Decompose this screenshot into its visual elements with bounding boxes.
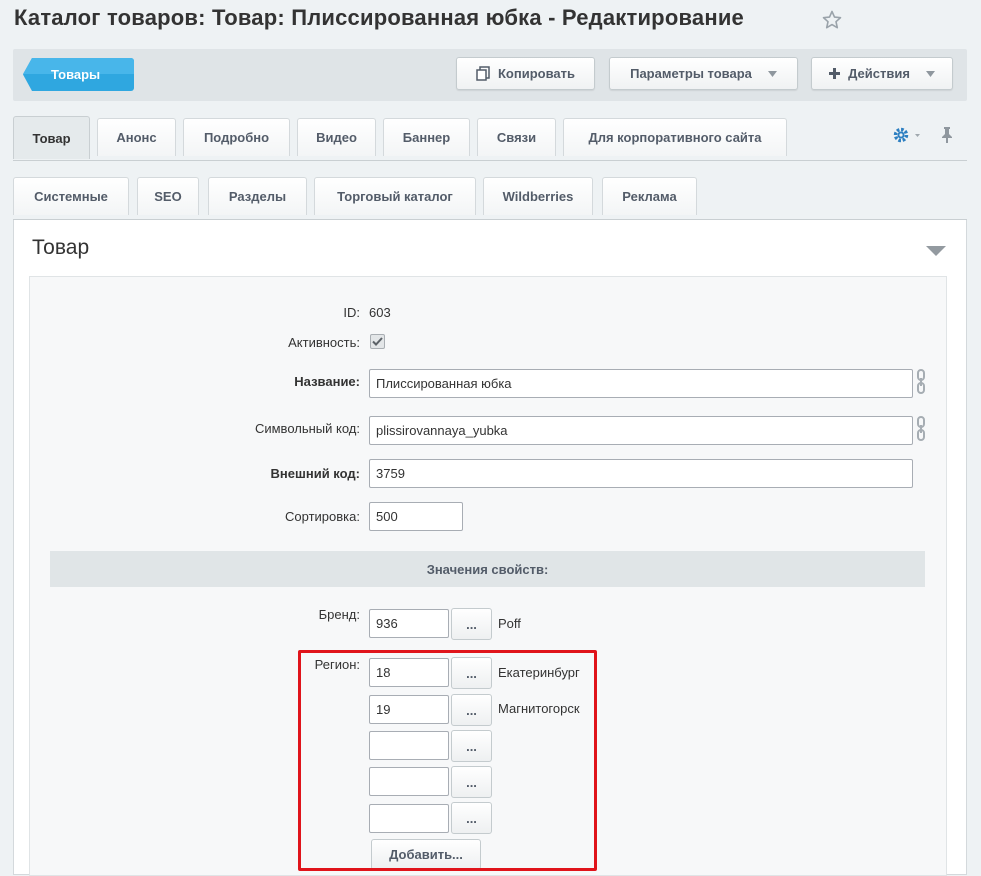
tab-trade-catalog[interactable]: Торговый каталог: [314, 177, 476, 215]
tabs-row-extra: Системные SEO Разделы Торговый каталог W…: [13, 175, 967, 220]
translit-link-icon[interactable]: [915, 416, 927, 445]
code-field[interactable]: plissirovannaya_yubka: [369, 416, 913, 445]
region-select-button[interactable]: ...: [451, 730, 492, 762]
code-label: Символьный код:: [254, 421, 360, 436]
region-field[interactable]: [369, 804, 449, 833]
tab-seo[interactable]: SEO: [137, 177, 199, 215]
product-params-button[interactable]: Параметры товара: [609, 57, 798, 90]
id-label: ID:: [343, 305, 360, 320]
properties-header: Значения свойств:: [50, 551, 925, 587]
tab-detail[interactable]: Подробно: [183, 118, 290, 156]
add-region-button[interactable]: Добавить...: [371, 839, 481, 870]
id-value: 603: [369, 305, 391, 320]
sort-field[interactable]: 500: [369, 502, 463, 531]
section-title: Товар: [32, 236, 90, 259]
external-code-label: Внешний код:: [270, 466, 360, 481]
tab-banner[interactable]: Баннер: [383, 118, 470, 156]
brand-label: Бренд:: [318, 607, 360, 622]
brand-name: Poff: [498, 616, 521, 631]
name-label: Название:: [294, 374, 360, 389]
region-select-button[interactable]: ...: [451, 766, 492, 798]
tab-sections[interactable]: Разделы: [208, 177, 307, 215]
page-title: Каталог товаров: Товар: Плиссированная ю…: [14, 5, 744, 30]
form-area: ID: 603 Активность: Название: Плиссирова…: [29, 276, 947, 876]
copy-button[interactable]: Копировать: [456, 57, 595, 90]
pin-icon[interactable]: [940, 126, 954, 147]
copy-icon: [476, 66, 490, 81]
tab-advertising[interactable]: Реклама: [602, 177, 697, 215]
main-panel: Товар ID: 603 Активность: Название: Плис…: [13, 220, 967, 876]
tab-links[interactable]: Связи: [477, 118, 556, 156]
brand-field[interactable]: 936: [369, 609, 449, 638]
region-field[interactable]: 19: [369, 695, 449, 724]
brand-select-button[interactable]: ...: [451, 608, 492, 640]
region-select-button[interactable]: ...: [451, 657, 492, 689]
tab-video[interactable]: Видео: [297, 118, 376, 156]
copy-button-label: Копировать: [497, 66, 575, 81]
actions-label: Действия: [848, 66, 910, 81]
back-button-label: Товары: [51, 67, 101, 82]
chevron-down-icon: [767, 70, 777, 77]
tab-wildberries[interactable]: Wildberries: [483, 177, 593, 215]
active-label: Активность:: [288, 335, 360, 350]
sort-label: Сортировка:: [285, 509, 360, 524]
toolbar: Товары Копировать Параметры товара Дейст…: [13, 49, 967, 101]
name-field[interactable]: Плиссированная юбка: [369, 369, 913, 398]
region-field[interactable]: [369, 767, 449, 796]
active-checkbox[interactable]: [370, 334, 385, 349]
actions-button[interactable]: Действия: [811, 57, 953, 90]
tabs-row-main: Товар Анонс Подробно Видео Баннер Связи …: [13, 116, 967, 161]
tab-system[interactable]: Системные: [13, 177, 129, 215]
external-code-field[interactable]: 3759: [369, 459, 913, 488]
translit-link-icon[interactable]: [915, 369, 927, 398]
region-select-button[interactable]: ...: [451, 694, 492, 726]
region-field[interactable]: 18: [369, 658, 449, 687]
region-label: Регион:: [314, 657, 360, 672]
product-params-label: Параметры товара: [630, 66, 752, 81]
collapse-triangle-icon[interactable]: [926, 244, 946, 259]
plus-icon: [829, 68, 841, 79]
region-field[interactable]: [369, 731, 449, 760]
tab-product[interactable]: Товар: [13, 116, 90, 159]
favorite-star-icon[interactable]: [822, 10, 842, 33]
tab-corporate-site[interactable]: Для корпоративного сайта: [563, 118, 787, 156]
chevron-down-icon: [925, 70, 935, 77]
region-name: Магнитогорск: [498, 701, 580, 716]
gear-icon[interactable]: [893, 126, 921, 147]
region-name: Екатеринбург: [498, 665, 580, 680]
region-select-button[interactable]: ...: [451, 802, 492, 834]
tab-preview[interactable]: Анонс: [97, 118, 176, 156]
